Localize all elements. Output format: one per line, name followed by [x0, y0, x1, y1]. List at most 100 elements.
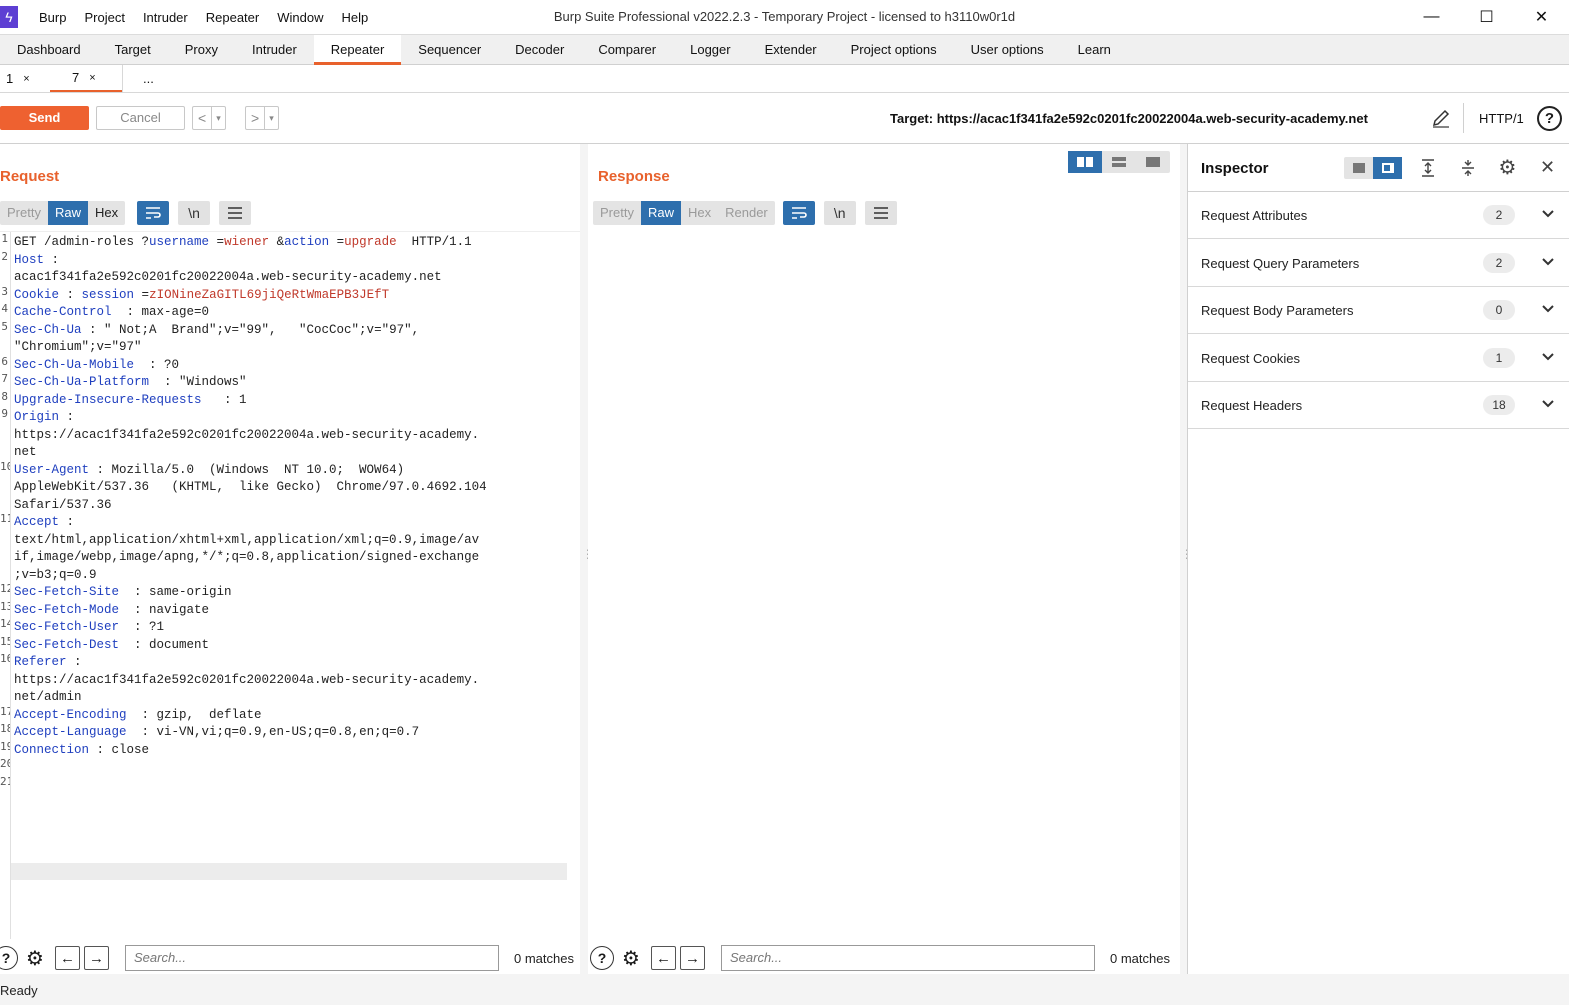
wrap-lines-icon[interactable] — [782, 201, 815, 225]
response-search-input[interactable]: Search... — [721, 945, 1095, 971]
search-next-icon[interactable]: → — [84, 946, 109, 970]
tab-logger[interactable]: Logger — [673, 35, 747, 65]
http-version-toggle[interactable]: HTTP/1 — [1479, 111, 1524, 126]
expand-all-icon[interactable] — [1416, 156, 1439, 179]
help-icon[interactable]: ? — [0, 946, 18, 970]
code-line: if,image/webp,image/apng,*/*;q=0.8,appli… — [14, 549, 574, 567]
search-previous-icon[interactable]: ← — [651, 946, 676, 970]
tab-target[interactable]: Target — [98, 35, 168, 65]
repeater-tab-7[interactable]: 7 × — [50, 65, 122, 92]
chevron-down-icon[interactable] — [1540, 348, 1556, 366]
editor-menu-icon[interactable] — [219, 201, 252, 225]
layout-stacked-icon[interactable] — [1102, 151, 1136, 173]
request-format-bar: Pretty Raw Hex \n — [0, 201, 252, 225]
wrap-lines-icon[interactable] — [137, 201, 170, 225]
dropdown-icon[interactable]: ▾ — [264, 107, 278, 129]
title-bar: ϟ Burp Project Intruder Repeater Window Help … — [0, 0, 1569, 34]
inspector-section-request-body-parameters[interactable]: Request Body Parameters 0 — [1188, 287, 1569, 334]
code-line: "Chromium";v="97" — [14, 339, 574, 357]
collapse-all-icon[interactable] — [1456, 156, 1479, 179]
menu-project[interactable]: Project — [75, 10, 133, 25]
layout-side-by-side-icon[interactable] — [1068, 151, 1102, 173]
format-raw-button[interactable]: Raw — [640, 201, 681, 225]
format-pretty-button[interactable]: Pretty — [0, 201, 48, 225]
inspector-splitter[interactable]: ⋮ — [1180, 144, 1193, 974]
tab-comparer[interactable]: Comparer — [581, 35, 673, 65]
code-text: : — [59, 515, 75, 529]
status-bar: Ready — [0, 974, 1569, 1005]
tab-sequencer[interactable]: Sequencer — [401, 35, 498, 65]
pane-splitter[interactable]: ⋮ — [580, 144, 594, 974]
maximize-icon[interactable]: ☐ — [1459, 0, 1514, 34]
code-text: AppleWebKit/537.36 (KHTML, like Gecko) C… — [14, 480, 487, 494]
format-raw-button[interactable]: Raw — [47, 201, 88, 225]
code-line: Cache-Control : max-age=0 — [14, 304, 574, 322]
line-number: 3 — [1, 284, 8, 298]
tab-repeater[interactable]: Repeater — [313, 35, 402, 65]
close-window-icon[interactable]: ✕ — [1514, 0, 1569, 34]
count-badge: 1 — [1483, 347, 1515, 368]
request-code[interactable]: GET /admin-roles ?username =wiener &acti… — [14, 234, 574, 794]
menu-window[interactable]: Window — [268, 10, 332, 25]
code-text: : — [59, 410, 75, 424]
tab-user-options[interactable]: User options — [954, 35, 1061, 65]
inspector-section-request-attributes[interactable]: Request Attributes 2 — [1188, 192, 1569, 239]
code-line: Connection : close — [14, 742, 574, 760]
edit-target-icon[interactable] — [1430, 107, 1452, 129]
tab-learn[interactable]: Learn — [1061, 35, 1128, 65]
minimize-icon[interactable]: — — [1404, 0, 1459, 34]
inspector-section-request-headers[interactable]: Request Headers 18 — [1188, 382, 1569, 429]
tab-dashboard[interactable]: Dashboard — [0, 35, 98, 65]
inspector-title: Inspector — [1201, 160, 1269, 177]
tab-intruder[interactable]: Intruder — [235, 35, 314, 65]
format-hex-button[interactable]: Hex — [88, 201, 125, 225]
close-inspector-icon[interactable]: ✕ — [1536, 156, 1559, 179]
help-icon[interactable]: ? — [590, 946, 614, 970]
format-pretty-button[interactable]: Pretty — [593, 201, 641, 225]
dropdown-icon[interactable]: ▾ — [211, 107, 225, 129]
code-text: : gzip, deflate — [126, 707, 262, 722]
format-render-button[interactable]: Render — [718, 201, 775, 225]
tab-project-options[interactable]: Project options — [834, 35, 954, 65]
menu-intruder[interactable]: Intruder — [134, 10, 197, 25]
search-previous-icon[interactable]: ← — [55, 946, 80, 970]
chevron-down-icon[interactable] — [1540, 253, 1556, 271]
search-next-icon[interactable]: → — [680, 946, 705, 970]
history-back-button[interactable]: < ▾ — [192, 106, 226, 130]
close-tab-icon[interactable]: × — [23, 66, 29, 92]
layout-tabbed-icon[interactable] — [1136, 151, 1170, 173]
code-line: net/admin — [14, 689, 574, 707]
chevron-down-icon[interactable] — [1540, 300, 1556, 318]
inspector-section-request-query-parameters[interactable]: Request Query Parameters 2 — [1188, 240, 1569, 287]
help-icon[interactable]: ? — [1537, 106, 1562, 131]
close-tab-icon[interactable]: × — [89, 65, 95, 91]
menu-repeater[interactable]: Repeater — [197, 10, 268, 25]
new-tab-button[interactable]: ... — [122, 65, 172, 92]
menu-help[interactable]: Help — [332, 10, 377, 25]
repeater-tab-1[interactable]: 1 × — [0, 65, 50, 92]
send-button[interactable]: Send — [0, 106, 89, 130]
cancel-button[interactable]: Cancel — [96, 106, 185, 130]
settings-gear-icon[interactable]: ⚙ — [1496, 156, 1519, 179]
inspector-layout-left-icon[interactable] — [1344, 157, 1373, 179]
inspector-layout-right-icon[interactable] — [1373, 157, 1402, 179]
settings-gear-icon[interactable]: ⚙ — [23, 946, 47, 970]
format-hex-button[interactable]: Hex — [681, 201, 718, 225]
code-text: = — [216, 235, 225, 249]
tab-decoder[interactable]: Decoder — [498, 35, 581, 65]
request-editor[interactable]: 123456789101112131415161718192021 GET /a… — [0, 231, 580, 939]
inspector-section-request-cookies[interactable]: Request Cookies 1 — [1188, 335, 1569, 382]
chevron-down-icon[interactable] — [1540, 395, 1556, 413]
tab-proxy[interactable]: Proxy — [168, 35, 235, 65]
code-text: Safari/537.36 — [14, 497, 112, 512]
show-newlines-icon[interactable]: \n — [178, 201, 211, 225]
tab-extender[interactable]: Extender — [748, 35, 834, 65]
settings-gear-icon[interactable]: ⚙ — [619, 946, 643, 970]
code-text: ;v=b3;q=0.9 — [14, 567, 97, 582]
show-newlines-icon[interactable]: \n — [823, 201, 856, 225]
request-search-input[interactable]: Search... — [125, 945, 499, 971]
chevron-down-icon[interactable] — [1540, 205, 1556, 223]
editor-menu-icon[interactable] — [864, 201, 897, 225]
history-forward-button[interactable]: > ▾ — [245, 106, 279, 130]
menu-burp[interactable]: Burp — [30, 10, 75, 25]
